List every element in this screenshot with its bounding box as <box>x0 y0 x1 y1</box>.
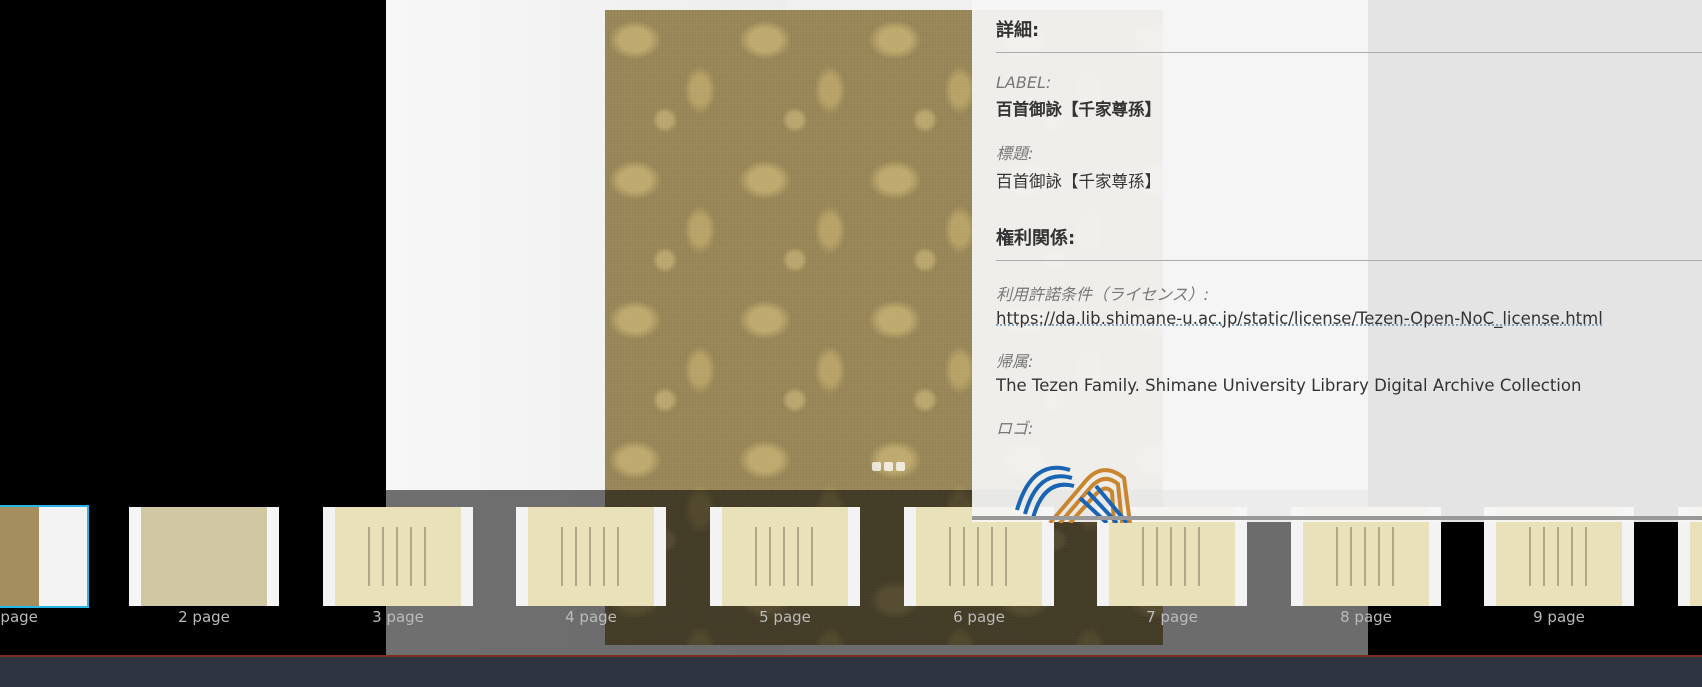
logo-label: ロゴ: <box>996 419 1034 438</box>
license-link[interactable]: https://da.lib.shimane-u.ac.jp/static/li… <box>996 309 1702 328</box>
thumbnail-label: 1 page <box>0 608 38 626</box>
thumbnail-image <box>323 507 473 606</box>
more-options-icon[interactable] <box>872 462 905 471</box>
thumbnail-label: 9 page <box>1533 608 1585 626</box>
thumbnail-label: 3 page <box>372 608 424 626</box>
thumbnail-3[interactable] <box>323 507 473 606</box>
rights-heading: 権利関係: <box>996 220 1702 261</box>
license-label: 利用許諾条件（ライセンス）: <box>996 285 1210 304</box>
details-heading: 詳細: <box>996 12 1702 53</box>
thumbnail-label: 2 page <box>178 608 230 626</box>
image-viewer[interactable]: 1 page 2 page 3 page 4 page 5 page 6 pag… <box>0 0 1702 655</box>
thumbnail-label: 8 page <box>1340 608 1392 626</box>
taskbar <box>0 655 1702 687</box>
thumbnail-image <box>710 507 860 606</box>
thumbnail-1[interactable] <box>0 505 89 608</box>
label-field-label: LABEL: <box>996 73 1052 92</box>
thumbnail-image <box>516 507 666 606</box>
info-panel: 詳細: LABEL: 百首御詠【千家尊孫】 標題: 百首御詠【千家尊孫】 権利関… <box>972 0 1702 523</box>
thumbnail-label: 4 page <box>565 608 617 626</box>
attribution-value: The Tezen Family. Shimane University Lib… <box>996 376 1582 395</box>
panel-scroll-bar[interactable] <box>972 516 1702 520</box>
title-field-label: 標題: <box>996 144 1034 163</box>
thumbnail-label: 7 page <box>1146 608 1198 626</box>
label-field-value: 百首御詠【千家尊孫】 <box>996 100 1161 119</box>
thumbnail-2[interactable] <box>129 507 279 606</box>
thumbnail-4[interactable] <box>516 507 666 606</box>
attribution-label: 帰属: <box>996 352 1034 371</box>
thumbnail-label: 5 page <box>759 608 811 626</box>
shimane-university-logo <box>1015 465 1132 523</box>
thumbnail-5[interactable] <box>710 507 860 606</box>
title-field-value: 百首御詠【千家尊孫】 <box>996 172 1161 191</box>
thumbnail-image <box>129 507 279 606</box>
thumbnail-label: 6 page <box>953 608 1005 626</box>
thumbnail-image <box>0 507 87 606</box>
